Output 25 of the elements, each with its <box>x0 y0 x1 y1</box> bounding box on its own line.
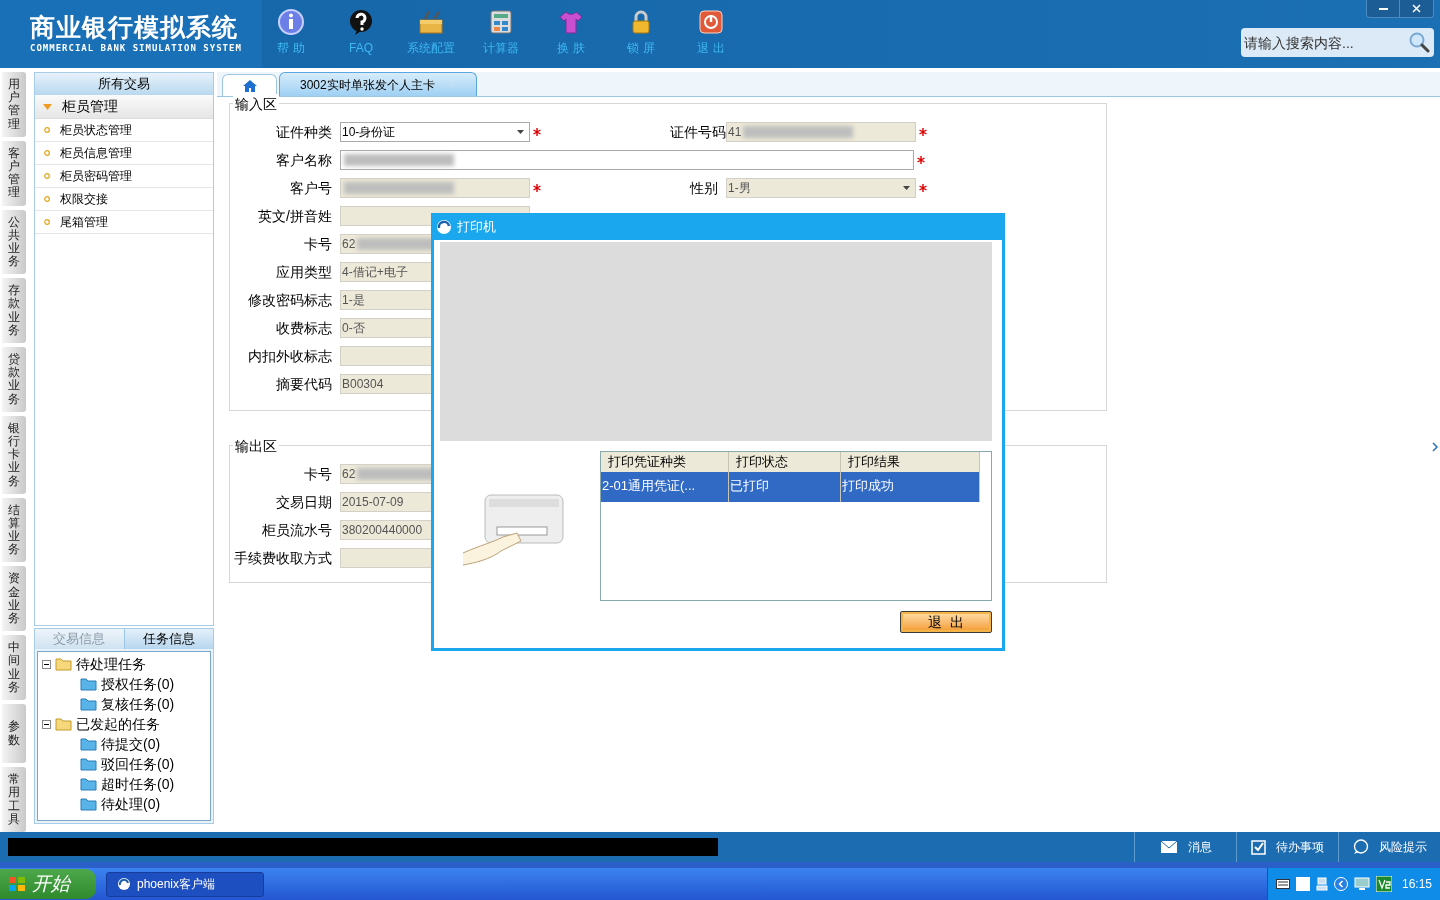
field-label: 交易日期 <box>275 492 333 512</box>
table-cell: 已打印 <box>729 472 841 502</box>
field-label: 客户号 <box>289 178 333 198</box>
field-label: 应用类型 <box>275 262 333 282</box>
field-label: 证件种类 <box>275 122 333 142</box>
panel-header: 所有交易 <box>35 73 213 95</box>
field-label: 卡号 <box>303 464 333 484</box>
field-label: 性别 <box>688 178 719 198</box>
field-label: 证件号码 <box>670 122 726 142</box>
table-cell: 2-01通用凭证(... <box>601 472 729 502</box>
app-title: 商业银行模拟系统 <box>30 12 239 43</box>
field-label: 英文/拼音姓 <box>257 206 333 226</box>
field-label: 柜员流水号 <box>261 520 333 540</box>
app-subtitle: COMMERCIAL BANK SIMULATION SYSTEM <box>30 42 243 56</box>
section-title: 输入区 <box>233 94 279 115</box>
field-label: 卡号 <box>303 234 333 254</box>
field-label: 客户名称 <box>275 150 333 170</box>
field-label: 手续费收取方式 <box>233 548 333 568</box>
field-label: 内扣外收标志 <box>247 346 333 366</box>
field-label: 修改密码标志 <box>247 290 333 310</box>
field-label: 摘要代码 <box>275 374 333 394</box>
table-cell: 打印成功 <box>841 472 980 502</box>
dialog-title: 打印机 <box>457 217 496 236</box>
field-label: 收费标志 <box>275 318 333 338</box>
clock: 16:15 <box>1401 876 1432 893</box>
